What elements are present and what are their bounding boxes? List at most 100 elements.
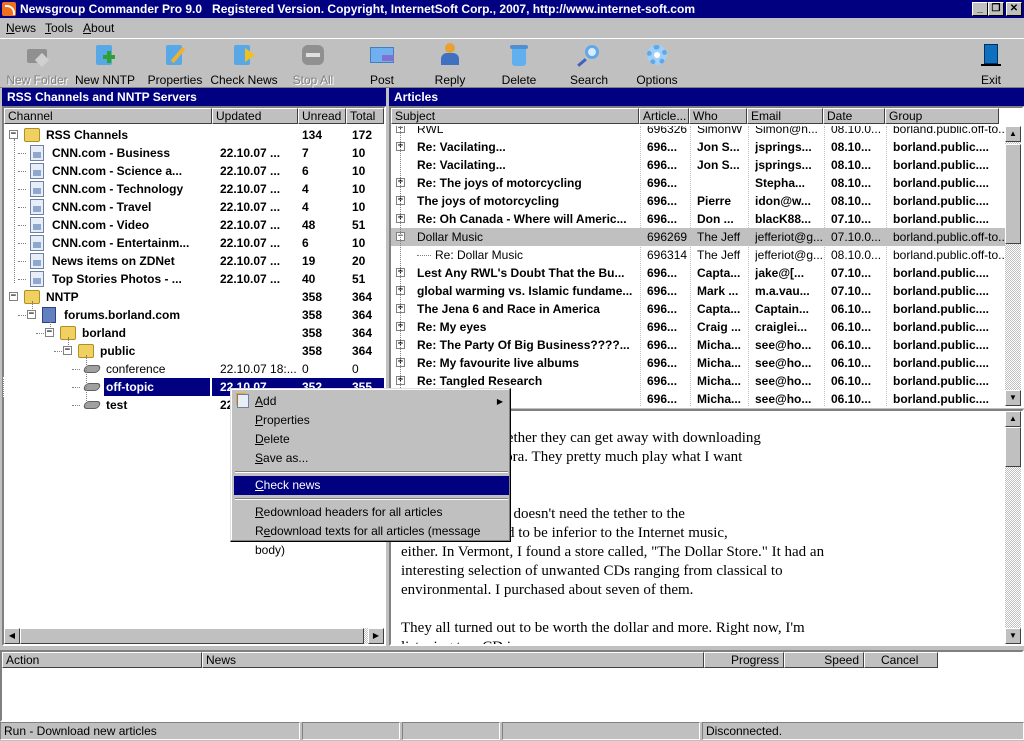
context-item-add[interactable]: Add ▶ [234,392,509,411]
col-progress[interactable]: Progress [704,652,784,668]
scroll-down-button[interactable]: ▼ [1005,390,1021,406]
context-item-redownload-texts-for-all-articles-message-body[interactable]: Redownload texts for all articles (messa… [234,522,509,557]
stop-all-button[interactable]: Stop All [288,41,338,87]
tree-row[interactable]: CNN.com - Travel 22.10.07 ... 4 10 [4,198,384,216]
context-item-save-as[interactable]: Save as... [234,449,509,468]
article-row[interactable]: + Re: My favourite live albums 696... Micha… [391,354,1005,372]
col-date[interactable]: Date [823,108,885,124]
tree-row[interactable]: CNN.com - Technology 22.10.07 ... 4 10 [4,180,384,198]
col-speed[interactable]: Speed [784,652,864,668]
scroll-right-button[interactable]: ▶ [368,628,384,644]
rss-folder-icon [24,128,40,142]
post-button[interactable]: Post [360,41,404,87]
col-updated[interactable]: Updated [212,108,298,124]
scroll-up-button[interactable]: ▲ [1005,126,1021,142]
tree-row[interactable]: − public 358 364 [4,342,384,360]
check-news-button[interactable]: Check News [210,41,278,87]
options-button[interactable]: Options [634,41,680,87]
col-email[interactable]: Email [747,108,823,124]
context-item-delete[interactable]: Delete [234,430,509,449]
article-row[interactable]: + Re: Oh Canada - Where will Americ... 696… [391,210,1005,228]
channel-unread: 40 [302,272,316,286]
col-news[interactable]: News [202,652,704,668]
preview-vscrollbar[interactable]: ▲ ▼ [1005,411,1022,644]
col-group[interactable]: Group [885,108,999,124]
scroll-thumb[interactable] [1005,427,1021,467]
expand-toggle-icon[interactable]: − [9,130,18,139]
col-total[interactable]: Total [346,108,384,124]
tree-row[interactable]: News items on ZDNet 22.10.07 ... 19 20 [4,252,384,270]
col-who[interactable]: Who [689,108,747,124]
tree-row[interactable]: CNN.com - Video 22.10.07 ... 48 51 [4,216,384,234]
article-row[interactable]: + The Jena 6 and Race in America 696... Cap… [391,300,1005,318]
new-folder-button[interactable]: New Folder [6,41,68,87]
scroll-down-button[interactable]: ▼ [1005,628,1021,644]
article-row[interactable]: + RWL 696326 SimonW Simon@n... 08.10.0... borl… [391,126,1005,138]
tree-row[interactable]: CNN.com - Entertainm... 22.10.07 ... 6 10 [4,234,384,252]
context-item-check-news[interactable]: Check news [234,476,509,495]
tree-row[interactable]: − forums.borland.com 358 364 [4,306,384,324]
close-button[interactable]: ✕ [1006,2,1022,16]
minimize-button[interactable]: _ [972,2,988,16]
article-subject: Re: Dollar Music [435,248,524,262]
tree-row[interactable]: CNN.com - Science a... 22.10.07 ... 6 10 [4,162,384,180]
article-who: Micha... [697,392,742,406]
scroll-thumb[interactable] [20,628,364,644]
article-row[interactable]: + Lest Any RWL's Doubt That the Bu... 696.… [391,264,1005,282]
menu-about[interactable]: About [83,21,114,35]
tree-row[interactable]: Top Stories Photos - ... 22.10.07 ... 40 51 [4,270,384,288]
context-item-properties[interactable]: Properties [234,411,509,430]
menu-tools[interactable]: Tools [45,21,73,35]
col-cancel[interactable]: Cancel [864,652,938,668]
tree-row[interactable]: − RSS Channels 134 172 [4,126,384,144]
new-folder-icon [25,43,50,68]
channel-total: 172 [352,128,373,142]
article-row[interactable]: Re: Vacilating... 696... Jon S... jsprings.… [391,156,1005,174]
article-number: 696... [647,140,678,154]
scroll-track[interactable] [1005,467,1021,628]
articles-vscrollbar[interactable]: ▲ ▼ [1005,126,1022,406]
restore-button[interactable]: ❐ [988,2,1004,16]
new-nntp-button[interactable]: New NNTP [74,41,136,87]
tree-line [86,355,87,401]
col-action[interactable]: Action [2,652,202,668]
article-row[interactable]: + Re: Vacilating... 696... Jon S... jsprings… [391,138,1005,156]
expand-toggle-icon[interactable]: − [63,346,72,355]
expand-toggle-icon[interactable]: − [27,310,36,319]
tree-row[interactable]: − borland 358 364 [4,324,384,342]
tree-connector [18,153,26,154]
article-row[interactable]: + Re: My eyes 696... Craig ... craiglei... 06… [391,318,1005,336]
col-article[interactable]: Article... [639,108,689,124]
article-row[interactable]: + The joys of motorcycling 696... Pierre ido… [391,192,1005,210]
expand-toggle-icon[interactable]: − [45,328,54,337]
stop-icon [301,43,325,67]
delete-button[interactable]: Delete [497,41,541,87]
col-channel[interactable]: Channel [4,108,212,124]
article-number: 696... [647,284,678,298]
scroll-up-button[interactable]: ▲ [1005,411,1021,427]
tree-row[interactable]: − NNTP 358 364 [4,288,384,306]
tree-row[interactable]: CNN.com - Business 22.10.07 ... 7 10 [4,144,384,162]
article-row[interactable]: − Dollar Music 696269 The Jeff jefferiot@g..… [391,228,1005,246]
expand-toggle-icon[interactable]: − [9,292,18,301]
exit-button[interactable]: Exit [976,41,1006,87]
article-who: The Jeff [697,248,741,262]
tree-row[interactable]: conference 22.10.07 18:... 0 0 [4,360,384,378]
context-item-redownload-headers-for-all-articles[interactable]: Redownload headers for all articles [234,503,509,522]
article-row[interactable]: Re: Dollar Music 696314 The Jeff jefferiot@… [391,246,1005,264]
col-subject[interactable]: Subject [391,108,639,124]
scroll-thumb[interactable] [1005,144,1021,244]
article-row[interactable]: + Re: The joys of motorcycling 696... Steph… [391,174,1005,192]
menu-news[interactable]: News [6,21,36,35]
col-unread[interactable]: Unread [298,108,346,124]
context-item-redownload-headers-for-all-articles-label: edownload headers for all articles [263,505,443,519]
article-row[interactable]: + global warming vs. Islamic fundame... 69… [391,282,1005,300]
article-email: jefferiot@g... [755,248,823,262]
scroll-left-button[interactable]: ◀ [4,628,20,644]
article-who: Micha... [697,356,742,370]
article-row[interactable]: + Re: The Party Of Big Business????... 696… [391,336,1005,354]
channels-hscrollbar[interactable]: ◀ ▶ [4,628,384,644]
search-button[interactable]: Search [566,41,612,87]
reply-button[interactable]: Reply [428,41,472,87]
properties-button[interactable]: Properties [146,41,204,87]
